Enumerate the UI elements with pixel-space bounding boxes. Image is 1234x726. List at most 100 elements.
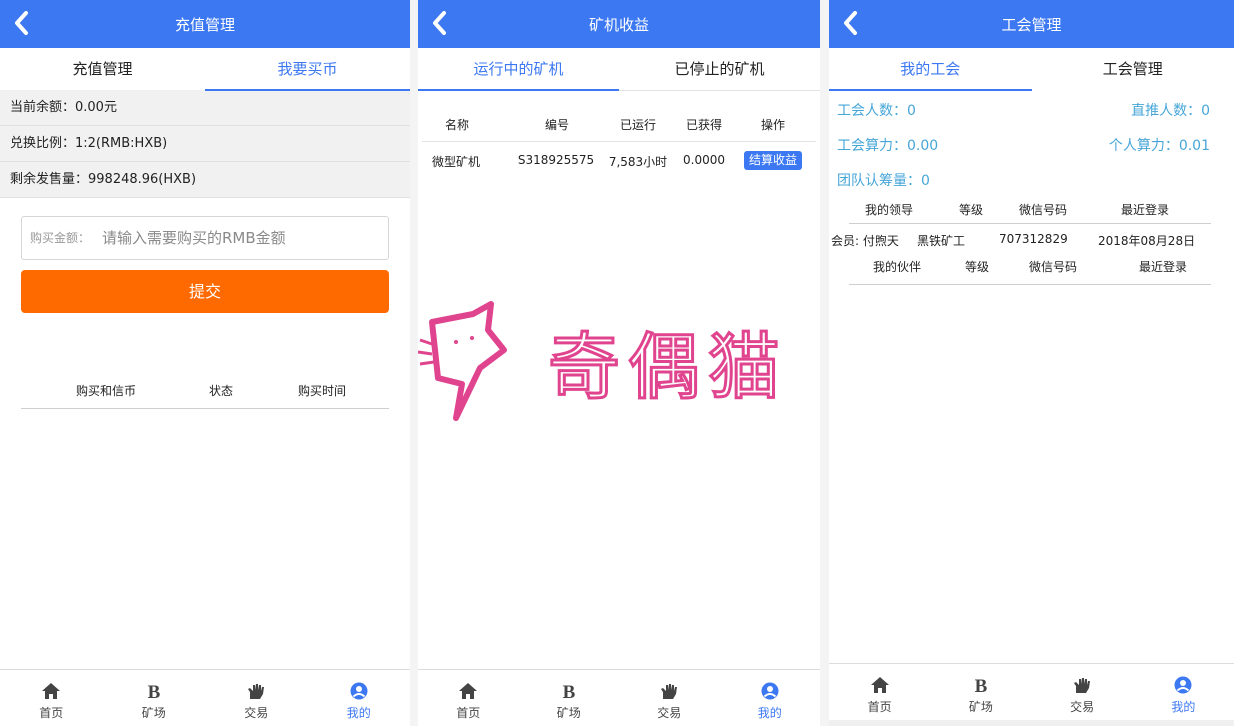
partner-table-header: 我的伙伴 等级 微信号码 最近登录 [849,258,1211,285]
panel-gap [820,0,829,726]
column-header: 购买和信币 [75,384,136,398]
column-header: 购买时间 [297,384,346,398]
hand-icon [248,684,265,699]
column-header: 已获得 [685,118,722,132]
hand-icon [661,684,678,699]
bottom-nav: 首页 B 矿场 交易 我的 [0,669,410,726]
watermark-logo: 奇偶猫 [418,301,788,421]
panel-gap [410,0,418,726]
nav-mine-field[interactable]: B 矿场 [930,664,1031,720]
nav-label: 我的 [1171,700,1196,714]
guild-members-stat: 工会人数：0 [837,103,916,119]
header-bar: 矿机收益 [418,0,820,48]
direct-referrals-stat: 直推人数：0 [1131,103,1210,119]
tab-bar: 充值管理 我要买币 [0,48,410,91]
tab-bar: 运行中的矿机 已停止的矿机 [418,48,820,91]
user-circle-icon [761,682,779,700]
column-header: 最近登录 [1121,203,1170,217]
miner-id: S318925575 [517,153,595,167]
settle-earnings-button[interactable]: 结算收益 [744,151,802,170]
nav-trade[interactable]: 交易 [1032,664,1133,720]
home-icon [870,677,889,693]
column-header: 等级 [959,203,984,217]
nav-home[interactable]: 首页 [0,670,103,726]
nav-label: 矿场 [141,706,166,720]
miner-runtime: 7,583小时 [608,155,668,169]
nav-mine-field[interactable]: B 矿场 [519,670,620,726]
nav-mine[interactable]: 我的 [1133,664,1234,720]
home-icon [42,683,61,699]
column-header: 状态 [208,384,233,398]
miner-name: 微型矿机 [431,155,480,169]
svg-text:B: B [147,682,160,700]
bottom-nav: 首页 B 矿场 交易 我的 [418,669,820,726]
bold-b-icon: B [975,676,988,694]
tab-stopped-miners[interactable]: 已停止的矿机 [619,48,820,89]
tab-my-guild[interactable]: 我的工会 [829,48,1032,91]
hand-icon [1074,678,1091,693]
header-bar: 工会管理 [829,0,1234,48]
column-header: 名称 [444,118,469,132]
nav-mine[interactable]: 我的 [720,670,821,726]
bold-b-icon: B [147,682,160,700]
tab-running-miners[interactable]: 运行中的矿机 [418,48,619,91]
nav-label: 首页 [39,706,64,720]
tab-recharge[interactable]: 充值管理 [0,48,205,89]
nav-mine-field[interactable]: B 矿场 [103,670,206,726]
nav-label: 我的 [346,706,371,720]
bold-b-icon: B [562,682,575,700]
leader-last-login: 2018年08月28日 [1098,234,1196,248]
tab-buy-coin[interactable]: 我要买币 [205,48,410,91]
column-header: 操作 [760,118,785,132]
nav-label: 首页 [867,700,892,714]
nav-label: 矿场 [556,706,581,720]
nav-home[interactable]: 首页 [418,670,519,726]
tab-bar: 我的工会 工会管理 [829,48,1234,91]
tab-guild-management[interactable]: 工会管理 [1032,48,1234,89]
personal-power-stat: 个人算力：0.01 [1108,138,1210,154]
guild-panel: 工会管理 我的工会 工会管理 工会人数：0 直推人数：0 工会算力：0.00 个… [829,0,1234,726]
bottom-strip [829,720,1234,726]
purchase-table-header: 购买和信币 状态 购买时间 [21,382,389,409]
page-title: 矿机收益 [588,16,649,34]
team-amount-stat: 团队认筹量：0 [837,173,930,189]
table-row: 会员: 付煦天 黑铁矿工 707312829 2018年08月28日 [829,232,1229,252]
guild-power-stat: 工会算力：0.00 [837,138,939,154]
nav-label: 我的 [757,706,782,720]
table-row: 微型矿机 S318925575 7,583小时 0.0000 结算收益 [418,151,820,173]
page-title: 充值管理 [174,16,235,34]
column-header: 微信号码 [1019,203,1068,217]
amount-field[interactable]: 购买金额： [21,216,389,260]
bottom-nav: 首页 B 矿场 交易 我的 [829,663,1234,720]
nav-mine[interactable]: 我的 [308,670,411,726]
leader-wechat: 707312829 [999,232,1068,246]
watermark-text: 奇偶猫 [548,325,788,409]
svg-text:B: B [975,676,988,694]
user-circle-icon [1174,676,1192,694]
leader-member: 会员: 付煦天 [831,234,899,248]
nav-home[interactable]: 首页 [829,664,930,720]
nav-label: 交易 [657,706,682,720]
miner-earned: 0.0000 [683,153,725,167]
nav-trade[interactable]: 交易 [619,670,720,726]
column-header: 我的伙伴 [873,260,922,274]
column-header: 微信号码 [1029,260,1078,274]
exchange-rate-row: 兑换比例：1:2(RMB:HXB) [0,126,410,162]
home-icon [459,683,478,699]
nav-label: 矿场 [968,700,993,714]
amount-label: 购买金额： [30,231,91,245]
submit-button[interactable]: 提交 [21,270,389,313]
header-bar: 充值管理 [0,0,410,48]
amount-input[interactable] [100,223,374,253]
user-circle-icon [350,682,368,700]
nav-trade[interactable]: 交易 [205,670,308,726]
column-header: 我的领导 [865,203,914,217]
column-header: 等级 [965,260,990,274]
remaining-supply-row: 剩余发售量：998248.96(HXB) [0,162,410,198]
leader-table-header: 我的领导 等级 微信号码 最近登录 [849,201,1211,224]
balance-row: 当前余额：0.00元 [0,90,410,126]
nav-label: 交易 [1070,700,1095,714]
page-title: 工会管理 [1001,16,1062,34]
miner-earnings-panel: 矿机收益 运行中的矿机 已停止的矿机 名称 编号 已运行 已获得 操作 微型矿机… [418,0,820,726]
column-header: 最近登录 [1139,260,1188,274]
